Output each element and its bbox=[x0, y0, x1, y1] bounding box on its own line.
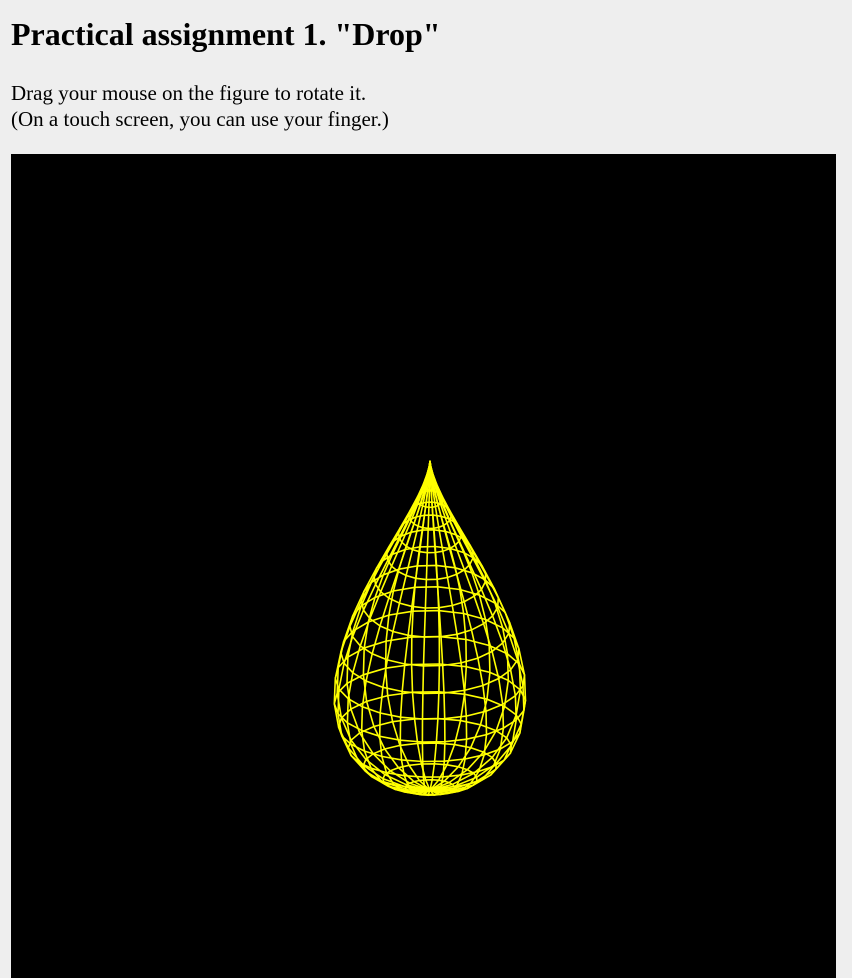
parallel-line bbox=[428, 465, 432, 469]
meridian-line bbox=[362, 460, 431, 792]
meridian-line bbox=[421, 460, 431, 797]
meridian-line bbox=[429, 460, 522, 792]
instructions: Drag your mouse on the figure to rotate … bbox=[11, 80, 389, 132]
wireframe-lines bbox=[333, 460, 527, 797]
drop-wireframe[interactable] bbox=[11, 154, 836, 978]
page-title: Practical assignment 1. "Drop" bbox=[11, 16, 441, 52]
parallel-line bbox=[373, 545, 487, 609]
drop-canvas[interactable] bbox=[11, 154, 836, 978]
meridian-line bbox=[429, 460, 441, 791]
instruction-line-1: Drag your mouse on the figure to rotate … bbox=[11, 81, 367, 105]
parallel-line bbox=[337, 690, 523, 763]
instruction-line-2: (On a touch screen, you can use your fin… bbox=[11, 107, 389, 131]
parallel-line bbox=[360, 564, 500, 638]
parallel-line bbox=[385, 528, 474, 581]
